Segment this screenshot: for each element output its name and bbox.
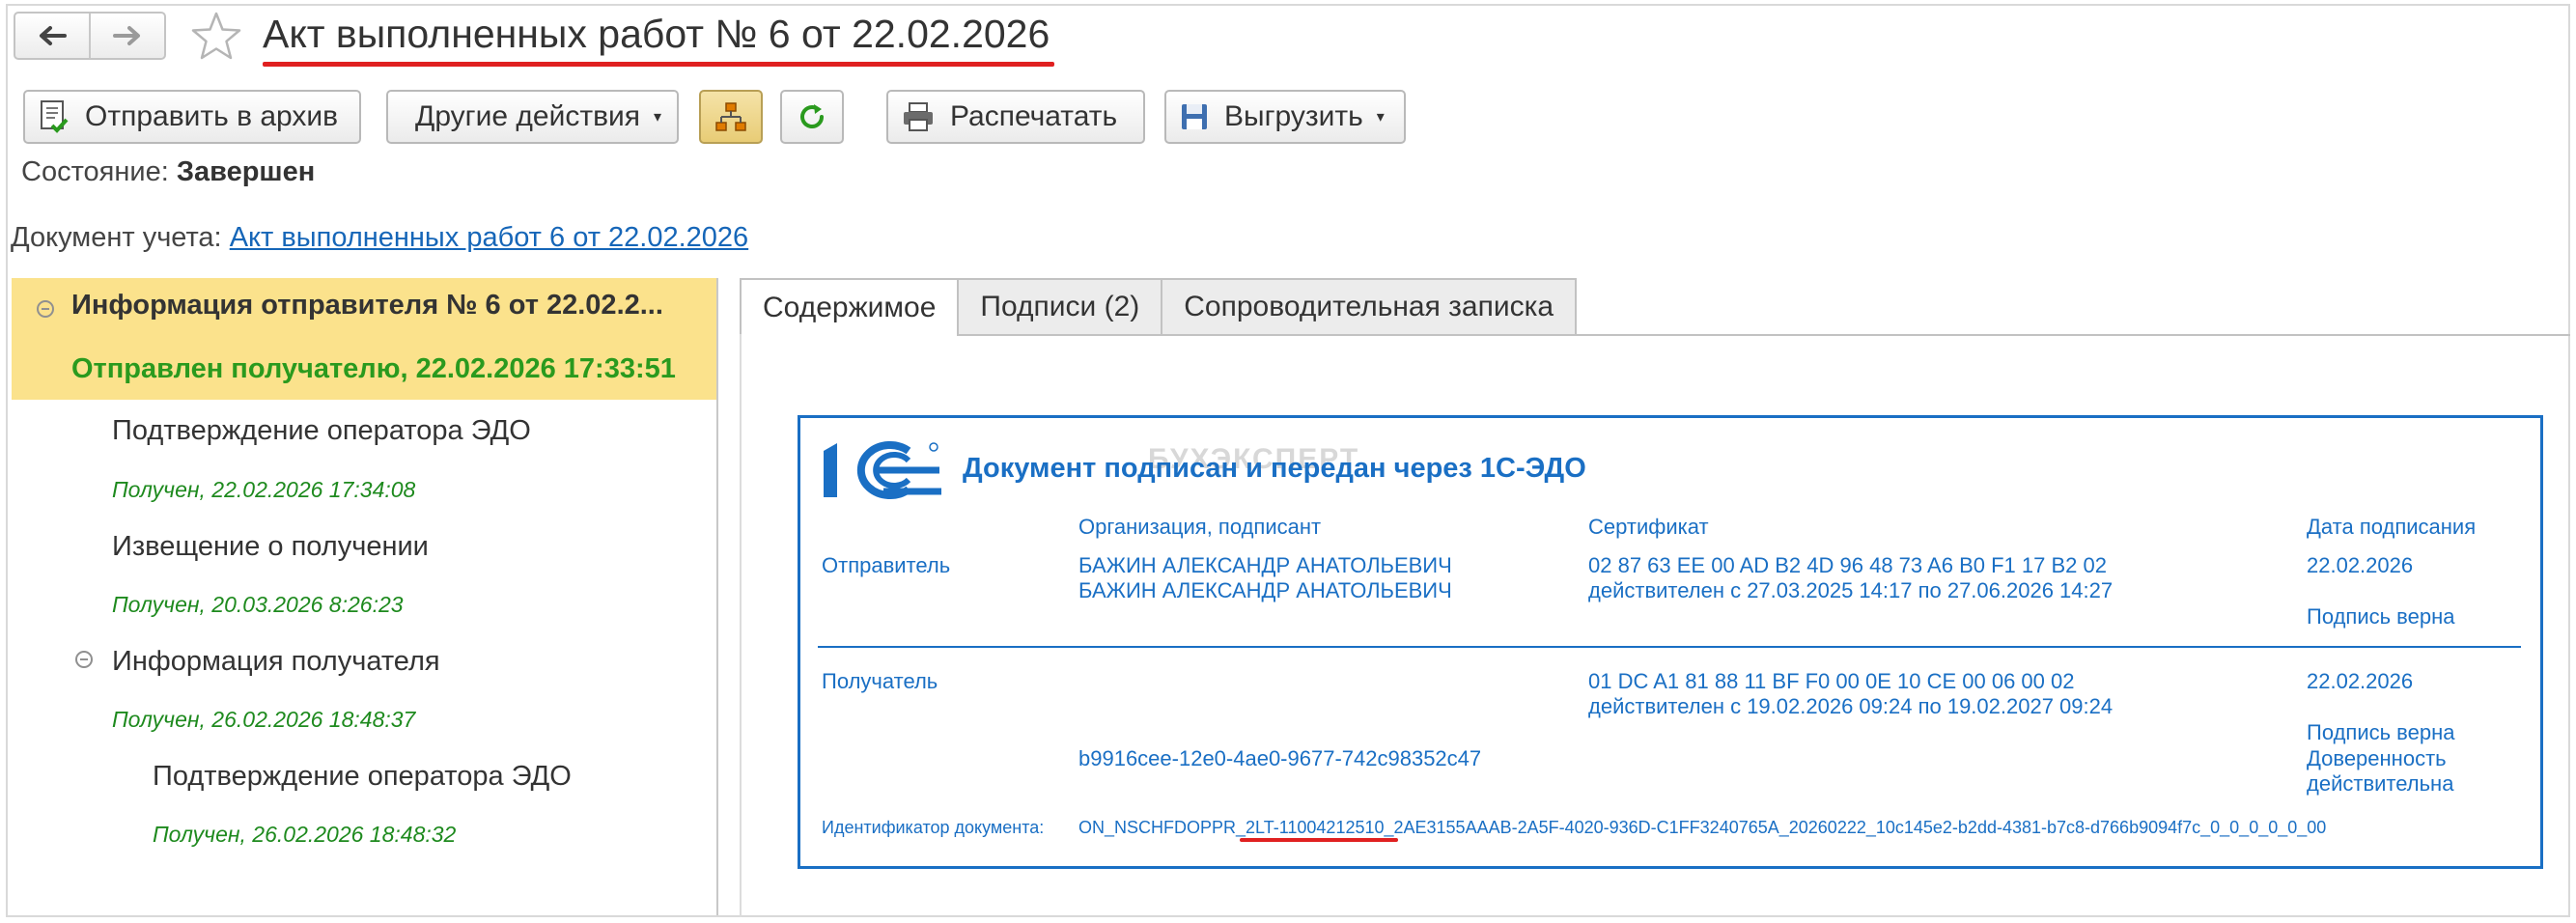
receiver-cert-valid: действителен с 19.02.2026 09:24 по 19.02… [1588, 694, 2114, 718]
tree-item-status: Получен, 20.03.2026 8:26:23 [112, 592, 404, 617]
content-divider [740, 334, 742, 917]
receiver-cert: 01 DC A1 81 88 11 BF F0 00 0E 10 CE 00 0… [1588, 669, 2075, 693]
hierarchy-icon [715, 102, 746, 131]
chevron-down-icon: ▾ [1376, 109, 1385, 126]
receiver-poa-id: b9916cee-12e0-4ae0-9677-742c98352c47 [1078, 746, 1482, 770]
archive-document-icon [39, 99, 70, 134]
receiver-poa-status-2: действительна [2307, 771, 2454, 796]
refresh-button[interactable] [780, 90, 844, 144]
arrow-left-icon [40, 26, 67, 45]
tree-root-status: Отправлен получателю, 22.02.2026 17:33:5… [71, 353, 676, 384]
1c-logo-icon [824, 441, 941, 499]
col-org-header: Организация, подписант [1078, 515, 1322, 539]
tree-item-title[interactable]: Извещение о получении [112, 531, 429, 563]
floppy-disk-icon [1180, 102, 1209, 131]
tree-item-status: Получен, 22.02.2026 17:34:08 [112, 477, 416, 502]
print-label: Распечатать [950, 100, 1118, 132]
export-button[interactable]: Выгрузить ▾ [1164, 90, 1406, 144]
doc-id-highlight-underline [1240, 838, 1398, 842]
document-link[interactable]: Акт выполненных работ 6 от 22.02.2026 [230, 222, 749, 253]
other-actions-button[interactable]: Другие действия ▾ [386, 90, 679, 144]
export-label: Выгрузить [1224, 100, 1363, 132]
receiver-date: 22.02.2026 [2307, 669, 2414, 693]
back-button[interactable] [15, 14, 89, 58]
collapse-icon[interactable] [37, 300, 54, 318]
state-label: Состояние: [21, 156, 169, 187]
edo-signature-stamp: БУХЭКСПЕРТ Документ подписан и передан ч… [798, 415, 2543, 869]
send-to-archive-label: Отправить в архив [85, 100, 339, 132]
structure-view-button[interactable] [699, 90, 763, 144]
tab-cover-note[interactable]: Сопроводительная записка [1161, 278, 1578, 334]
sender-org-line1: БАЖИН АЛЕКСАНДР АНАТОЛЬЕВИЧ [1078, 553, 1452, 577]
tree-item-status: Получен, 26.02.2026 18:48:37 [112, 707, 416, 732]
tree-item-status: Получен, 26.02.2026 18:48:32 [153, 822, 457, 847]
stamp-heading: Документ подписан и передан через 1С-ЭДО [963, 453, 1586, 484]
stamp-separator [818, 646, 2521, 648]
chevron-down-icon: ▾ [654, 109, 662, 126]
document-label: Документ учета: [11, 222, 222, 253]
tab-content[interactable]: Содержимое [740, 278, 960, 336]
doc-id-label: Идентификатор документа: [822, 818, 1045, 837]
sender-role: Отправитель [822, 553, 951, 577]
tree-item-title[interactable]: Подтверждение оператора ЭДО [153, 761, 572, 793]
sender-org-line2: БАЖИН АЛЕКСАНДР АНАТОЛЬЕВИЧ [1078, 578, 1452, 602]
receiver-role: Получатель [822, 669, 938, 693]
forward-button[interactable] [89, 14, 164, 58]
print-button[interactable]: Распечатать [886, 90, 1145, 144]
tab-bar: Содержимое Подписи (2) Сопроводительная … [740, 278, 1578, 336]
sender-cert: 02 87 63 EE 00 AD B2 4D 96 48 73 A6 B0 F… [1588, 553, 2107, 577]
doc-id-value: ON_NSCHFDOPPR_2LT-11004212510_2AE3155AAA… [1078, 818, 2327, 837]
exchange-tree-panel: Информация отправителя № 6 от 22.02.2...… [12, 278, 718, 915]
tree-root-title[interactable]: Информация отправителя № 6 от 22.02.2... [71, 290, 663, 322]
col-cert-header: Сертификат [1588, 515, 1709, 539]
send-to-archive-button[interactable]: Отправить в архив [23, 90, 361, 144]
state-value: Завершен [176, 156, 316, 187]
collapse-icon[interactable] [75, 651, 93, 668]
tab-signatures[interactable]: Подписи (2) [957, 278, 1163, 334]
nav-buttons [14, 12, 166, 60]
document-line: Документ учета: Акт выполненных работ 6 … [11, 222, 748, 254]
arrow-right-icon [113, 26, 140, 45]
receiver-poa-status-1: Доверенность [2307, 746, 2447, 770]
page-title: Акт выполненных работ № 6 от 22.02.2026 [263, 12, 1050, 56]
sender-cert-valid: действителен с 27.03.2025 14:17 по 27.06… [1588, 578, 2114, 602]
col-date-header: Дата подписания [2307, 515, 2477, 539]
tree-item-title[interactable]: Подтверждение оператора ЭДО [112, 415, 531, 447]
favorite-star-icon[interactable] [189, 10, 243, 64]
refresh-icon [800, 104, 824, 128]
title-highlight-underline [263, 62, 1054, 67]
sender-sign-status: Подпись верна [2307, 604, 2455, 629]
tree-item-title[interactable]: Информация получателя [112, 646, 440, 678]
sender-date: 22.02.2026 [2307, 553, 2414, 577]
printer-icon [902, 101, 935, 132]
state-line: Состояние: Завершен [21, 156, 315, 188]
other-actions-label: Другие действия [415, 100, 641, 132]
receiver-sign-status: Подпись верна [2307, 720, 2455, 744]
